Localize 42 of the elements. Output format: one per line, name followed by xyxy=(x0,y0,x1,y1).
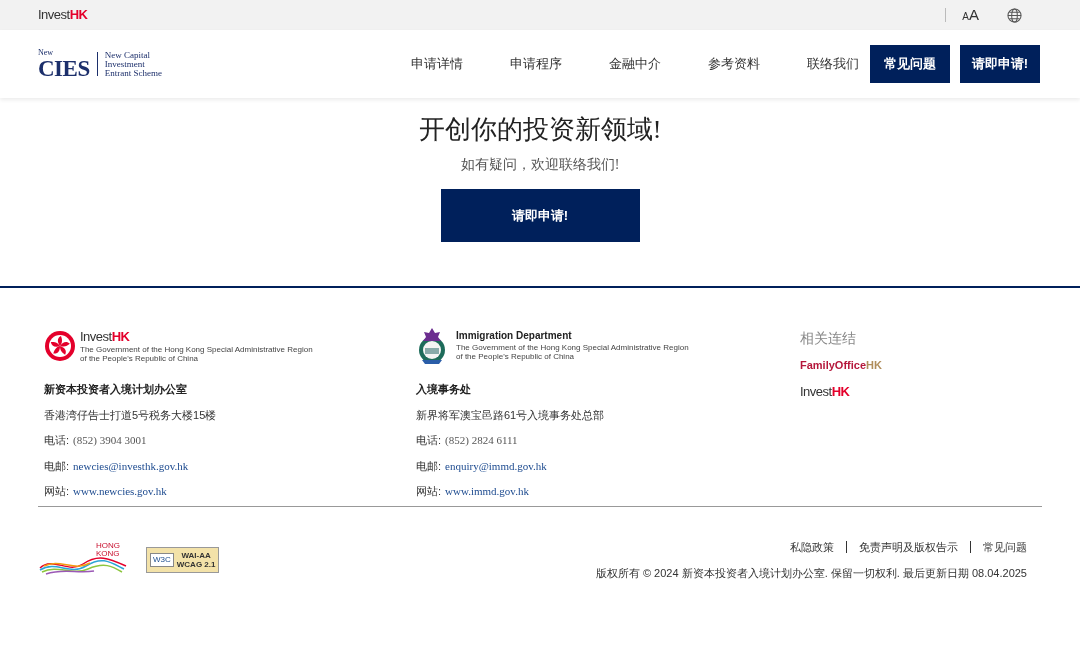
apply-button[interactable]: 请即申请! xyxy=(440,189,640,242)
hero-title: 开创你的投资新领域! xyxy=(418,114,662,146)
footer-link[interactable]: 免责声明及版权告示 xyxy=(859,539,958,556)
email-label: 电邮: xyxy=(416,458,442,474)
email-link[interactable]: enquiry@immd.gov.hk xyxy=(445,457,547,474)
header-button[interactable]: 常见问题 xyxy=(870,45,950,83)
immigration-department-logo[interactable]: Immigration Department The Government of the Hong Kong Special Administrative Region of the People's Republic of China xyxy=(416,328,788,364)
footer-link[interactable]: 常见问题 xyxy=(983,539,1027,556)
nav-link[interactable]: 金融中介 xyxy=(609,54,661,74)
investhk-logo[interactable]: InvestHK The Government of the Hong Kong Special Administrative Region of the People's Republic of China xyxy=(44,328,416,364)
office-address: 新界将军澳宝邑路61号入境事务处总部 xyxy=(416,407,606,423)
cies-logo[interactable]: New CIES New Capital Investment Entrant Scheme xyxy=(38,48,162,80)
hero-subtitle: 如有疑问，欢迎联络我们! xyxy=(460,156,620,174)
office-name: 入境事务处 xyxy=(416,382,472,397)
crest-icon xyxy=(416,326,448,366)
phone-number: (852) 2824 6111 xyxy=(445,433,518,448)
copyright-text: 版权所有 © 2024 新资本投资者入境计划办公室. 保留一切权利. 最后更新日期 08.04.2025 xyxy=(595,565,1027,581)
phone-label: 电话: xyxy=(416,433,442,448)
office-name: 新资本投资者入境计划办公室 xyxy=(44,382,188,397)
bauhinia-emblem-icon xyxy=(44,330,76,362)
footer-link[interactable]: 私隐政策 xyxy=(790,539,834,556)
office-address: 香港湾仔告士打道5号税务大楼15楼 xyxy=(44,407,218,423)
website-link[interactable]: www.immd.gov.hk xyxy=(445,483,529,500)
website-label: 网站: xyxy=(416,484,442,499)
investhk-logo[interactable]: InvestHK xyxy=(38,5,88,25)
website-link[interactable]: www.newcies.gov.hk xyxy=(73,483,167,500)
header-button[interactable]: 请即申请! xyxy=(960,45,1040,83)
globe-icon[interactable] xyxy=(1007,7,1022,23)
partner-logo-link[interactable]: InvestHK xyxy=(800,381,882,401)
nav-link[interactable]: 申请详情 xyxy=(411,54,463,74)
nav-link[interactable]: 申请程序 xyxy=(510,54,562,74)
related-links-title: 相关连结 xyxy=(800,330,857,348)
website-label: 网站: xyxy=(44,484,70,499)
font-size-button[interactable]: AA xyxy=(962,7,979,23)
phone-label: 电话: xyxy=(44,433,70,448)
brand-hong-kong-logo[interactable]: HONG KONG xyxy=(38,542,128,578)
partner-logo-link[interactable]: FamilyOfficeHK xyxy=(800,357,882,374)
email-link[interactable]: newcies@investhk.gov.hk xyxy=(73,457,189,474)
email-label: 电邮: xyxy=(44,458,70,474)
nav-link[interactable]: 参考资料 xyxy=(708,54,760,74)
nav-link[interactable]: 联络我们 xyxy=(807,54,859,74)
phone-number: (852) 3904 3001 xyxy=(73,433,147,448)
